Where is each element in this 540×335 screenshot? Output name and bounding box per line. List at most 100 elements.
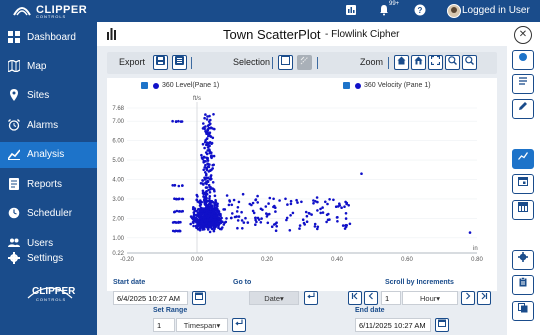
copy-button[interactable] <box>512 301 534 321</box>
help-icon[interactable]: ? <box>413 4 427 18</box>
calendar-button[interactable] <box>512 174 534 194</box>
export-list-button[interactable] <box>172 55 187 70</box>
data-point <box>254 198 258 201</box>
data-point <box>296 201 299 204</box>
save-button[interactable] <box>153 55 168 70</box>
data-point <box>203 227 206 231</box>
goto-enter-button[interactable] <box>304 291 318 305</box>
settings-button[interactable] <box>512 250 534 270</box>
range-unit-select[interactable]: Timespan▾ <box>176 318 228 332</box>
data-point <box>206 218 209 222</box>
range-enter-button[interactable] <box>232 318 246 332</box>
data-point <box>175 209 179 213</box>
line-chart-button[interactable] <box>512 149 534 169</box>
page-title: Town ScatterPlot <box>223 27 321 42</box>
data-point <box>202 159 206 163</box>
close-icon[interactable]: ✕ <box>514 26 532 44</box>
chevron-down-icon: ▾ <box>436 294 441 303</box>
sidebar-item-map[interactable]: Map <box>0 54 97 80</box>
end-date-field[interactable]: 6/11/2025 10:27 AM <box>355 318 431 332</box>
table-button[interactable] <box>512 200 534 220</box>
sidebar-item-alarms[interactable]: Alarms <box>0 113 97 139</box>
select-rect-button[interactable] <box>278 55 293 70</box>
scroll-first-button[interactable] <box>348 291 362 305</box>
data-point <box>177 184 181 188</box>
data-point <box>198 222 201 225</box>
notes-button[interactable] <box>512 74 534 94</box>
scroll-amount-field[interactable]: 1 <box>381 291 401 305</box>
brand-logo[interactable]: CLIPPER CONTROLS <box>12 3 87 19</box>
data-point <box>241 227 244 230</box>
sidebar-item-reports[interactable]: Reports <box>0 172 97 198</box>
data-point <box>240 219 244 222</box>
data-point <box>289 214 292 217</box>
data-point <box>266 213 269 216</box>
data-point <box>344 217 348 220</box>
scroll-next-button[interactable] <box>461 291 475 305</box>
data-point <box>254 223 257 226</box>
data-point <box>225 217 228 220</box>
clipboard-button[interactable] <box>512 275 534 295</box>
data-point <box>201 191 205 195</box>
series-color-button[interactable] <box>512 50 534 70</box>
data-point <box>336 220 339 223</box>
toolbar-divider <box>272 57 273 69</box>
data-point <box>194 219 198 223</box>
data-point <box>201 142 205 146</box>
sidebar-item-settings[interactable]: Settings <box>0 246 97 266</box>
data-point <box>200 200 203 204</box>
data-point <box>270 225 274 228</box>
data-point <box>228 200 232 203</box>
start-date-picker-button[interactable] <box>192 291 206 305</box>
data-point <box>259 221 263 224</box>
scatter-chart-icon <box>107 28 116 40</box>
data-point <box>257 218 261 221</box>
zoom-in-button[interactable] <box>445 55 460 70</box>
data-point <box>204 174 208 177</box>
data-point <box>216 207 219 211</box>
scatter-plot-area[interactable]: 7.687.006.005.004.003.002.001.000.22-0.2… <box>107 78 497 291</box>
zoom-home-button[interactable] <box>394 55 409 70</box>
range-amount-field[interactable]: 1 <box>153 318 175 332</box>
sidebar-item-scheduler[interactable]: Scheduler <box>0 201 97 227</box>
right-rail: ✕ <box>507 22 540 335</box>
data-point <box>205 190 208 194</box>
edit-button[interactable] <box>512 99 534 119</box>
data-point <box>295 198 298 202</box>
scroll-prev-button[interactable] <box>364 291 378 305</box>
sidebar-brand-sub: CONTROLS <box>36 297 67 302</box>
data-point <box>179 120 183 123</box>
end-date-picker-button[interactable] <box>435 318 449 332</box>
start-date-field[interactable]: 6/4/2025 10:27 AM <box>113 291 188 305</box>
scatter-chart[interactable]: 360 Level(Pane 1) 360 Velocity (Pane 1) … <box>107 78 497 291</box>
zoom-fit-button[interactable] <box>428 55 443 70</box>
news-icon[interactable] <box>344 4 358 18</box>
avatar[interactable] <box>447 4 461 18</box>
x-tick-label: -0.20 <box>120 257 134 263</box>
chart-toolbar: Export Selection Zoom <box>107 52 497 74</box>
gear-icon <box>518 252 528 262</box>
data-point <box>208 230 212 234</box>
scroll-last-button[interactable] <box>477 291 491 305</box>
data-point <box>210 168 213 171</box>
data-point <box>237 215 241 218</box>
export-label: Export <box>119 57 146 67</box>
data-point <box>260 217 263 220</box>
goto-select[interactable]: Date▾ <box>249 291 299 305</box>
data-point <box>203 116 206 120</box>
data-point <box>310 213 313 216</box>
sidebar-item-dashboard[interactable]: Dashboard <box>0 25 97 51</box>
zoom-home-alt-button[interactable] <box>411 55 426 70</box>
data-point <box>212 209 216 212</box>
select-lasso-button[interactable] <box>297 55 312 70</box>
sidebar-item-sites[interactable]: Sites <box>0 83 97 109</box>
scroll-unit-select[interactable]: Hour▾ <box>402 291 458 305</box>
user-label[interactable]: Logged in User <box>462 5 530 16</box>
data-point <box>204 151 208 154</box>
chevron-right-icon <box>466 292 471 300</box>
sidebar-item-analysis[interactable]: Analysis <box>0 142 97 168</box>
zoom-out-button[interactable] <box>462 55 477 70</box>
data-point <box>289 199 293 203</box>
data-point <box>255 220 258 224</box>
data-point <box>227 203 231 207</box>
